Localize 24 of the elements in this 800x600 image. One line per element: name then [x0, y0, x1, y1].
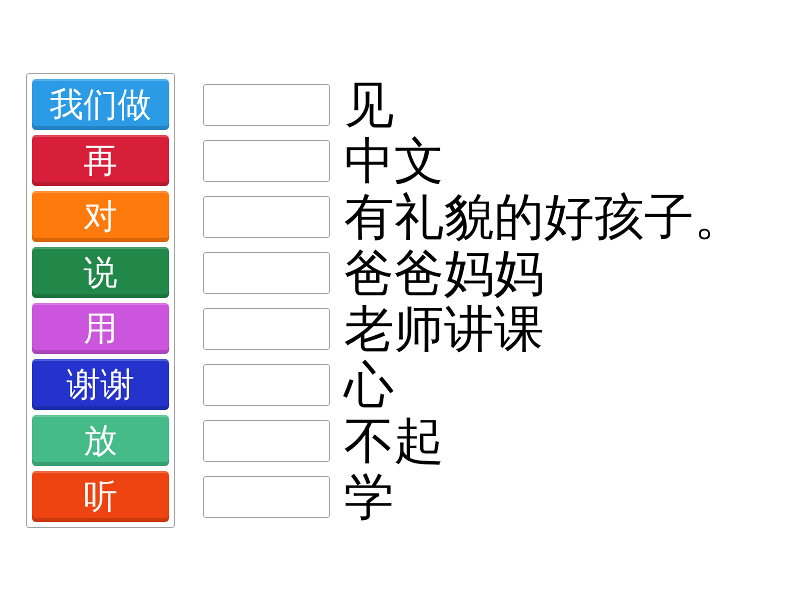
sentence-text: 见: [344, 77, 394, 133]
answer-box[interactable]: [203, 308, 330, 350]
word-tile[interactable]: 说: [32, 247, 169, 298]
word-tile[interactable]: 谢谢: [32, 359, 169, 410]
word-tile[interactable]: 用: [32, 303, 169, 354]
sentence-text: 老师讲课: [344, 301, 544, 357]
answer-box[interactable]: [203, 476, 330, 518]
sentence-text: 学: [344, 469, 394, 525]
word-tile[interactable]: 听: [32, 471, 169, 522]
answer-box[interactable]: [203, 140, 330, 182]
answer-box[interactable]: [203, 252, 330, 294]
word-tile[interactable]: 对: [32, 191, 169, 242]
answer-box[interactable]: [203, 420, 330, 462]
answer-box[interactable]: [203, 84, 330, 126]
word-tile[interactable]: 再: [32, 135, 169, 186]
word-tile[interactable]: 我们做: [32, 79, 169, 130]
sentence-text: 心: [344, 357, 394, 413]
sentence-text: 不起: [344, 413, 444, 469]
answer-box[interactable]: [203, 196, 330, 238]
sentence-text: 爸爸妈妈: [344, 245, 544, 301]
answer-box[interactable]: [203, 364, 330, 406]
word-tile[interactable]: 放: [32, 415, 169, 466]
sentence-text: 有礼貌的好孩子。: [344, 189, 744, 245]
sentence-text: 中文: [344, 133, 444, 189]
